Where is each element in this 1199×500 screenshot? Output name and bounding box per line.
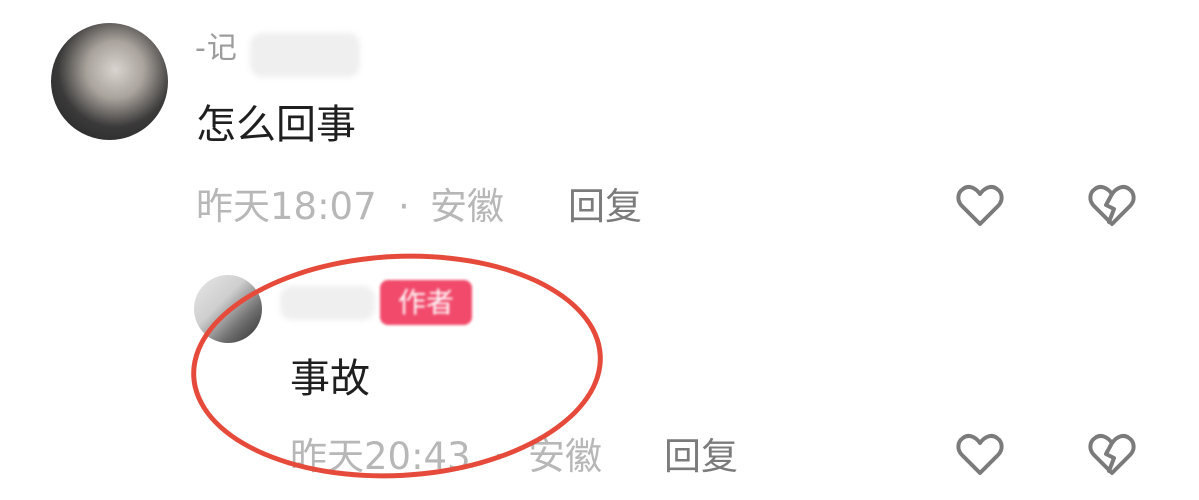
comment-location: 安徽 [430,185,504,228]
comment-time: 昨天18:07 [196,185,377,228]
avatar[interactable] [51,23,168,140]
meta-separator: · [398,185,410,228]
username[interactable]: -记 [195,34,238,64]
reply-button[interactable]: 回复 [568,187,642,227]
reply-button[interactable]: 回复 [664,437,738,477]
broken-heart-icon[interactable] [1084,426,1140,482]
comment-text: 怎么回事 [196,102,356,148]
heart-icon[interactable] [952,177,1008,233]
blurred-username [250,33,360,77]
heart-icon[interactable] [952,426,1008,482]
reply-location: 安徽 [528,435,602,478]
broken-heart-icon[interactable] [1084,177,1140,233]
